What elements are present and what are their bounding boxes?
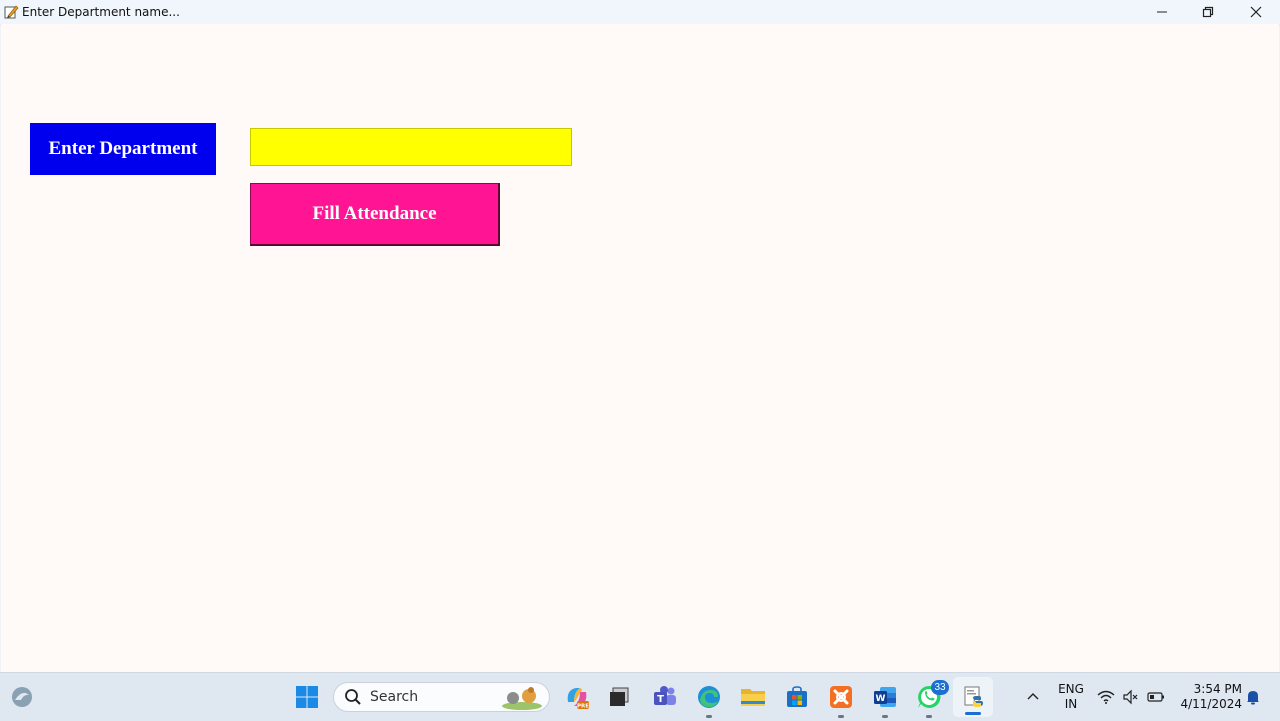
word-icon: W bbox=[874, 687, 896, 707]
restore-button[interactable] bbox=[1185, 0, 1231, 24]
notification-badge: 33 bbox=[931, 680, 949, 695]
start-button[interactable] bbox=[287, 673, 327, 721]
feather-icon bbox=[3, 4, 19, 20]
taskbar-app-edge[interactable] bbox=[689, 673, 729, 721]
search-icon bbox=[345, 689, 361, 705]
volume-muted-icon bbox=[1123, 689, 1138, 705]
edge-icon bbox=[698, 686, 720, 708]
fill-attendance-button[interactable]: Fill Attendance bbox=[250, 183, 500, 246]
xampp-icon bbox=[830, 686, 852, 708]
taskbar-search-box[interactable]: Search bbox=[333, 682, 550, 712]
close-icon bbox=[1250, 6, 1262, 18]
clock[interactable]: 3:54 PM 4/11/2024 bbox=[1172, 673, 1242, 721]
running-indicator bbox=[926, 715, 932, 718]
active-indicator bbox=[965, 712, 981, 715]
running-indicator bbox=[882, 715, 888, 718]
copilot-icon: PRE bbox=[567, 688, 589, 710]
minimize-icon bbox=[1157, 11, 1167, 13]
taskbar-app-file-explorer[interactable] bbox=[733, 673, 773, 721]
minimize-button[interactable] bbox=[1139, 0, 1185, 24]
restore-icon bbox=[1202, 6, 1214, 18]
clock-time: 3:54 PM bbox=[1193, 682, 1242, 696]
window-title-bar[interactable]: Enter Department name... bbox=[0, 0, 1280, 25]
notifications-button[interactable] bbox=[1242, 673, 1264, 721]
folder-icon bbox=[741, 689, 765, 706]
running-indicator bbox=[706, 715, 712, 718]
department-label: Enter Department bbox=[30, 123, 216, 175]
taskbar-app-xampp[interactable] bbox=[821, 673, 861, 721]
taskbar-app-python[interactable] bbox=[953, 677, 993, 717]
taskbar-app-store[interactable] bbox=[777, 673, 817, 721]
language-indicator[interactable]: ENG IN bbox=[1052, 673, 1090, 721]
svg-text:PRE: PRE bbox=[577, 704, 589, 710]
quick-settings-button[interactable] bbox=[1096, 673, 1166, 721]
running-indicator bbox=[838, 715, 844, 718]
taskbar-app-task-view[interactable] bbox=[599, 673, 639, 721]
widgets-icon bbox=[12, 687, 32, 707]
search-placeholder: Search bbox=[370, 689, 419, 705]
close-button[interactable] bbox=[1233, 0, 1279, 24]
python-icon bbox=[964, 686, 983, 707]
teams-icon: T bbox=[654, 686, 676, 705]
windows-start-icon bbox=[296, 686, 318, 708]
taskbar-app-whatsapp[interactable]: 33 bbox=[909, 673, 949, 721]
svg-text:T: T bbox=[657, 694, 664, 705]
chevron-up-icon bbox=[1027, 693, 1039, 700]
window-client-area: Enter Department Fill Attendance bbox=[1, 24, 1279, 672]
wifi-icon bbox=[1097, 690, 1115, 704]
task-view-icon bbox=[610, 687, 629, 706]
battery-icon bbox=[1147, 692, 1164, 702]
department-input[interactable] bbox=[250, 128, 572, 166]
taskbar-app-copilot[interactable]: PRE bbox=[557, 673, 597, 721]
store-icon bbox=[787, 686, 807, 707]
taskbar: Search PRE T W 33 ENG IN 3:54 PM 4/11/20… bbox=[0, 672, 1280, 721]
show-hidden-icons-button[interactable] bbox=[1020, 673, 1046, 721]
clock-date: 4/11/2024 bbox=[1180, 697, 1242, 711]
taskbar-app-word[interactable]: W bbox=[865, 673, 905, 721]
widgets-button[interactable] bbox=[6, 673, 38, 721]
language-region: IN bbox=[1064, 697, 1078, 711]
svg-text:W: W bbox=[876, 694, 886, 704]
language-code: ENG bbox=[1058, 682, 1084, 696]
search-highlight-icon bbox=[502, 687, 542, 710]
bell-icon bbox=[1247, 691, 1259, 705]
taskbar-app-teams[interactable]: T bbox=[645, 673, 685, 721]
window-title: Enter Department name... bbox=[22, 5, 180, 19]
